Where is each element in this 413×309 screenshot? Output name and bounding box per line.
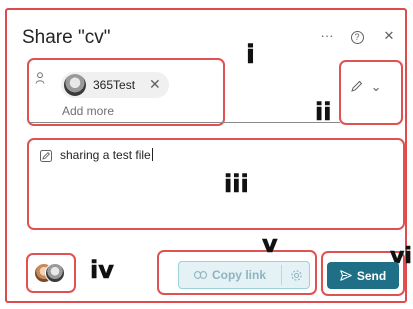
annotation-marker-v: v — [262, 230, 278, 258]
copy-link-button[interactable]: Copy link — [179, 262, 281, 288]
send-icon — [340, 270, 352, 281]
person-icon — [35, 72, 45, 84]
avatar — [64, 74, 86, 96]
add-more-input[interactable]: Add more — [62, 104, 114, 118]
shared-with-avatars[interactable] — [34, 263, 74, 285]
chevron-down-icon: ⌄ — [370, 79, 382, 94]
gear-icon — [290, 269, 302, 281]
recipient-field-underline — [30, 122, 340, 123]
recipient-name: 365Test — [93, 78, 136, 92]
more-options-icon[interactable]: ··· — [319, 28, 335, 44]
message-input[interactable]: sharing a test file — [60, 148, 153, 162]
annotation-marker-iv: iv — [90, 256, 114, 284]
link-icon — [194, 271, 207, 279]
copy-link-label: Copy link — [211, 268, 266, 282]
permission-dropdown[interactable]: ⌄ — [350, 79, 382, 95]
pencil-icon — [351, 80, 363, 92]
message-edit-icon — [40, 150, 52, 162]
send-label: Send — [356, 268, 387, 283]
message-text: sharing a test file — [60, 148, 151, 162]
link-settings-button[interactable] — [282, 262, 310, 288]
text-caret — [151, 148, 153, 161]
avatar — [45, 263, 65, 283]
send-button[interactable]: Send — [327, 262, 399, 289]
annotation-marker-ii: ii — [315, 98, 332, 126]
dialog-title: Share "cv" — [22, 27, 111, 48]
recipient-chip[interactable]: 365Test ✕ — [61, 72, 169, 98]
annotation-marker-i: i — [246, 40, 256, 70]
help-icon[interactable]: ? — [349, 28, 365, 44]
annotation-marker-iii: iii — [224, 170, 249, 198]
remove-recipient-icon[interactable]: ✕ — [149, 76, 161, 93]
copy-link-group: Copy link — [178, 261, 310, 289]
help-icon-glyph: ? — [350, 31, 364, 44]
close-icon[interactable]: ✕ — [381, 28, 397, 44]
